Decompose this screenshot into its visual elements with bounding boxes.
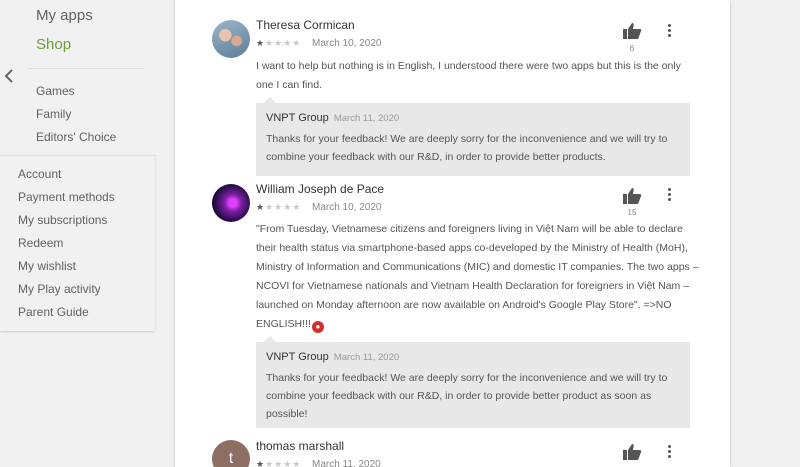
reply-header: VNPT Group March 11, 2020 xyxy=(266,351,399,363)
reviewer-name: Theresa Cormican xyxy=(256,18,355,32)
reviewer-name: thomas marshall xyxy=(256,439,345,453)
sidebar-primary: My apps Shop Games Family Editors' Choic… xyxy=(0,0,155,155)
review-date: March 10, 2020 xyxy=(312,202,382,213)
collapse-sidebar-icon[interactable] xyxy=(3,68,15,84)
thumbs-up-icon[interactable] xyxy=(622,22,642,40)
sidebar-item-account[interactable]: Account xyxy=(18,167,61,181)
developer-reply: VNPT Group March 11, 2020 Thanks for you… xyxy=(256,97,690,176)
review-text: I want to help but nothing is in English… xyxy=(256,60,681,91)
more-options-icon[interactable] xyxy=(663,186,675,204)
reply-text: Thanks for your feedback! We are deeply … xyxy=(266,133,668,163)
helpful-count: 6 xyxy=(629,44,635,53)
sidebar-item-redeem[interactable]: Redeem xyxy=(18,236,63,250)
thumbs-up-icon[interactable] xyxy=(622,443,642,461)
nav-my-apps[interactable]: My apps xyxy=(36,7,93,24)
reviews-panel: Theresa Cormican ★★★★★ March 10, 2020 6 … xyxy=(175,0,730,467)
reply-header: VNPT Group March 11, 2020 xyxy=(266,112,399,124)
sidebar-divider xyxy=(28,68,144,69)
thumbs-up-icon[interactable] xyxy=(622,187,642,205)
reply-author: VNPT Group xyxy=(266,112,329,124)
developer-reply: VNPT Group March 11, 2020 Thanks for you… xyxy=(256,336,690,428)
sidebar-item-parent-guide[interactable]: Parent Guide xyxy=(18,305,89,319)
sidebar-item-my-subscriptions[interactable]: My subscriptions xyxy=(18,213,107,227)
nav-shop[interactable]: Shop xyxy=(36,36,71,53)
review-date: March 10, 2020 xyxy=(312,38,382,49)
reply-text: Thanks for your feedback! We are deeply … xyxy=(266,372,668,420)
more-options-icon[interactable] xyxy=(663,22,675,40)
reply-date: March 11, 2020 xyxy=(333,113,400,124)
sidebar-account: Account Payment methods My subscriptions… xyxy=(0,155,155,331)
reviewer-avatar xyxy=(212,184,250,222)
sidebar-item-payment-methods[interactable]: Payment methods xyxy=(18,190,115,204)
reply-date: March 11, 2020 xyxy=(333,352,400,363)
sidebar-item-editors-choice[interactable]: Editors' Choice xyxy=(36,130,116,144)
review-text: "From Tuesday, Vietnamese citizens and f… xyxy=(256,220,701,334)
reviewer-avatar xyxy=(212,20,250,58)
review-text-content: "From Tuesday, Vietnamese citizens and f… xyxy=(256,223,699,330)
sidebar-item-my-play-activity[interactable]: My Play activity xyxy=(18,282,101,296)
reply-author: VNPT Group xyxy=(266,351,329,363)
star-rating: ★★★★★ xyxy=(256,459,302,467)
angry-face-icon: ● xyxy=(311,321,324,333)
helpful-count: 15 xyxy=(627,208,637,217)
sidebar-item-my-wishlist[interactable]: My wishlist xyxy=(18,259,76,273)
more-options-icon[interactable] xyxy=(663,443,675,461)
sidebar-item-games[interactable]: Games xyxy=(36,84,75,98)
reviewer-avatar: t xyxy=(212,440,250,467)
review-date: March 11, 2020 xyxy=(312,459,381,467)
star-rating: ★★★★★ xyxy=(256,202,302,212)
sidebar-item-family[interactable]: Family xyxy=(36,107,71,121)
reviewer-name: William Joseph de Pace xyxy=(256,182,385,196)
star-rating: ★★★★★ xyxy=(256,38,302,48)
